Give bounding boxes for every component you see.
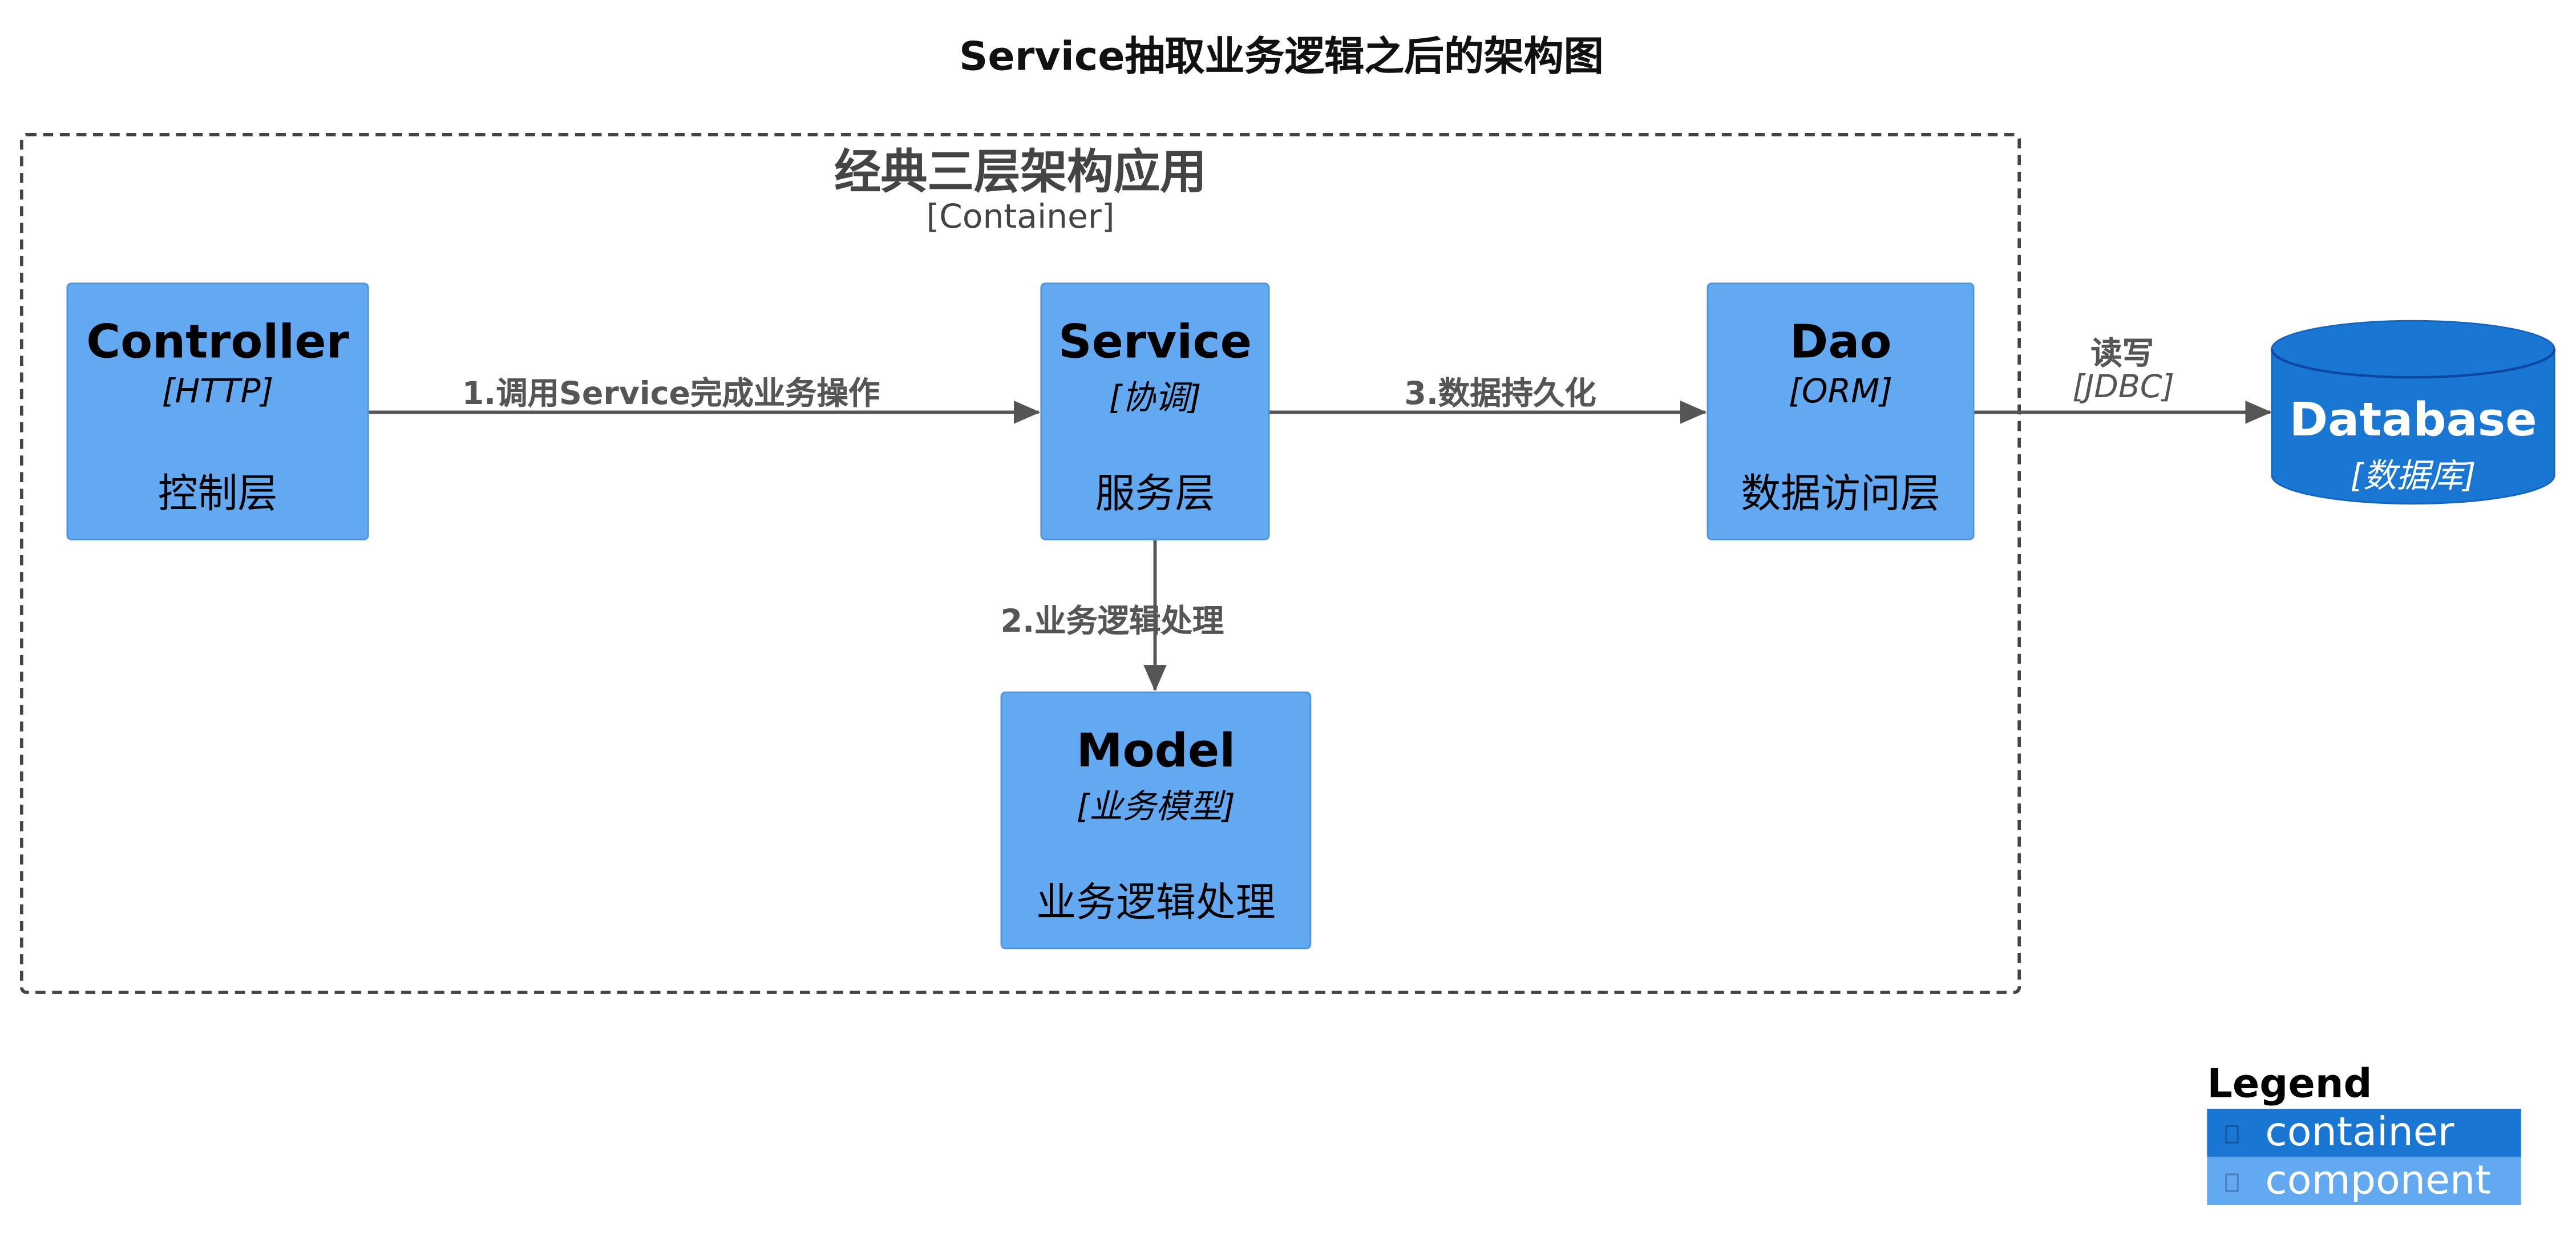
dao-node: Dao [ORM] 数据访问层 <box>1706 282 1975 540</box>
model-node: Model [业务模型] 业务逻辑处理 <box>1000 691 1312 950</box>
node-description: 服务层 <box>1095 470 1215 517</box>
node-technology: [协调] <box>1109 377 1202 418</box>
node-name: Service <box>1058 314 1252 369</box>
controller-node: Controller [HTTP] 控制层 <box>66 282 369 540</box>
service-node: Service [协调] 服务层 <box>1040 282 1270 540</box>
legend-title: Legend <box>2207 1060 2372 1107</box>
node-technology: [ORM] <box>1789 370 1893 411</box>
database-name: Database <box>2289 392 2537 447</box>
legend-swatch-icon <box>2225 1173 2239 1192</box>
edge-label-controller-service: 1.调用Service完成业务操作 <box>462 375 880 413</box>
edge-label-dao-database: 读写 <box>2090 336 2154 373</box>
edge-label-service-model: 2.业务逻辑处理 <box>1000 603 1224 640</box>
legend-swatch-icon <box>2225 1125 2239 1144</box>
legend-item-label: container <box>2265 1108 2454 1156</box>
node-technology: [HTTP] <box>161 370 274 411</box>
legend-item-component: component <box>2207 1157 2521 1205</box>
node-description: 数据访问层 <box>1741 470 1940 517</box>
edges-layer <box>369 320 2556 692</box>
node-name: Model <box>1076 723 1236 778</box>
database-technology: [数据库] <box>2350 455 2476 496</box>
diagram-canvas: Service抽取业务逻辑之后的架构图 经典三层架构应用 [Container]… <box>0 0 2576 1260</box>
edge-label-service-dao: 3.数据持久化 <box>1404 375 1596 413</box>
legend-item-label: component <box>2265 1157 2491 1204</box>
edge-tech-dao-database: [JDBC] <box>2072 369 2175 406</box>
node-description: 控制层 <box>157 470 278 517</box>
node-technology: [业务模型] <box>1076 786 1236 826</box>
node-name: Dao <box>1789 314 1892 369</box>
node-description: 业务逻辑处理 <box>1036 879 1276 926</box>
legend-item-container: container <box>2207 1108 2521 1157</box>
node-name: Controller <box>86 314 349 369</box>
